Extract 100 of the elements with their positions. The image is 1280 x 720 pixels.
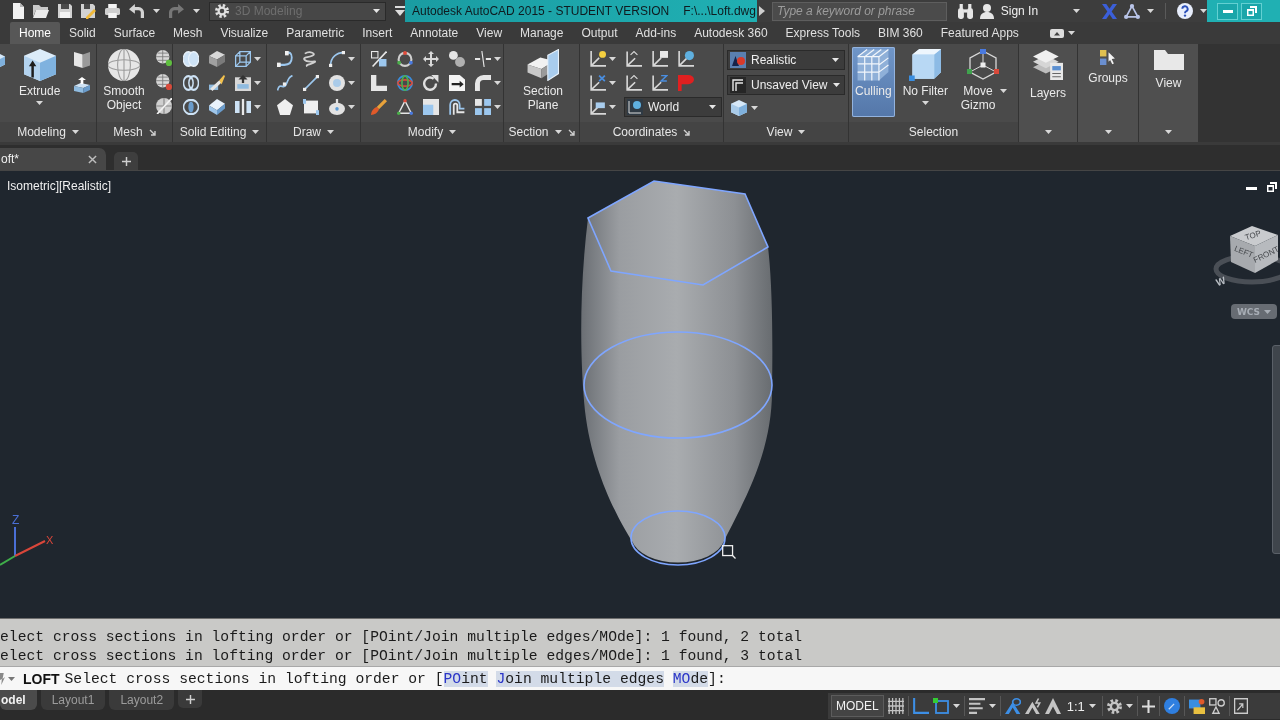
annotation-figure-icon[interactable] xyxy=(1024,698,1041,714)
ribbon-tab[interactable]: Insert xyxy=(353,22,402,44)
gear-icon[interactable] xyxy=(1106,698,1122,714)
caret-icon[interactable] xyxy=(609,81,616,85)
help-icon[interactable] xyxy=(1177,3,1193,19)
caret-icon[interactable] xyxy=(254,57,261,61)
caret-icon[interactable] xyxy=(348,81,355,85)
launcher-arrow-icon[interactable] xyxy=(567,128,575,136)
ribbon-tab[interactable]: View xyxy=(467,22,512,44)
new-layout-button[interactable] xyxy=(178,690,203,708)
caret-icon[interactable] xyxy=(751,106,758,110)
caret-icon[interactable] xyxy=(36,101,44,105)
caret-icon[interactable] xyxy=(348,57,355,61)
axis-icon[interactable] xyxy=(652,75,668,91)
printer-icon[interactable] xyxy=(105,4,120,18)
ribbon-tab[interactable]: Parametric xyxy=(277,22,354,44)
command-option[interactable]: MOde xyxy=(672,670,709,687)
ribbon-tab[interactable]: Express Tools xyxy=(776,22,870,44)
circles-icon[interactable] xyxy=(449,51,465,67)
menu-caret-icon[interactable] xyxy=(395,6,405,16)
ribbon-tab[interactable]: Manage xyxy=(511,22,573,44)
axis-icon[interactable] xyxy=(678,51,694,67)
caret-icon[interactable] xyxy=(609,105,616,109)
ribbon-tab[interactable]: Add-ins xyxy=(626,22,686,44)
broken-line-icon[interactable] xyxy=(475,51,491,67)
triangle-points-icon[interactable] xyxy=(397,99,413,115)
layout-tab[interactable]: Layout1 xyxy=(40,690,106,710)
rectangle-icon[interactable] xyxy=(303,99,319,115)
dial-icon[interactable] xyxy=(1163,698,1180,714)
command-option[interactable]: Join multiple edges xyxy=(496,670,664,687)
caret-icon[interactable] xyxy=(1067,31,1075,35)
caret-icon[interactable] xyxy=(449,130,457,134)
colored-stack-icon[interactable] xyxy=(1188,698,1205,714)
ribbon-tab[interactable]: Featured Apps xyxy=(931,22,1028,44)
floppy-pencil-icon[interactable] xyxy=(81,3,96,19)
shapes-icon[interactable] xyxy=(1208,698,1225,714)
caret-icon[interactable] xyxy=(1104,130,1112,134)
search-field[interactable]: Type a keyword or phrase xyxy=(772,1,947,21)
slash-square-icon[interactable] xyxy=(371,51,387,67)
circle-icon[interactable] xyxy=(329,75,345,91)
binoculars-icon[interactable] xyxy=(957,3,973,19)
screen-arrow-icon[interactable] xyxy=(1233,698,1248,714)
move-gizmo-button[interactable]: Move Gizmo xyxy=(956,47,1011,117)
lens-icon[interactable] xyxy=(183,99,199,115)
annotation-figure-icon[interactable] xyxy=(1044,698,1061,714)
visual-style-dropdown[interactable]: Realistic xyxy=(727,50,845,70)
gizmo-ring-icon[interactable] xyxy=(397,51,413,67)
command-option[interactable]: POint xyxy=(443,670,488,687)
restore-icon[interactable] xyxy=(1267,182,1277,192)
caret-icon[interactable] xyxy=(71,130,79,134)
ucs-dropdown[interactable]: World xyxy=(624,97,722,117)
caret-icon[interactable] xyxy=(1165,130,1172,134)
right-angle-icon[interactable] xyxy=(912,698,929,714)
caret-icon[interactable] xyxy=(832,58,839,62)
close-icon[interactable] xyxy=(88,154,97,164)
launcher-arrow-icon[interactable] xyxy=(148,128,156,136)
caret-icon[interactable] xyxy=(254,81,261,85)
layout-tab[interactable]: Layout2 xyxy=(109,690,175,710)
offset-curve-icon[interactable] xyxy=(449,99,465,115)
view-dropdown[interactable]: Unsaved View xyxy=(727,75,845,95)
shaded-box-icon[interactable] xyxy=(209,51,225,67)
axis-icon[interactable] xyxy=(626,75,642,91)
viewport-label[interactable]: Isometric][Realistic] xyxy=(7,179,112,193)
folder-icon[interactable] xyxy=(33,4,49,18)
smooth-object-button[interactable]: Smooth Object xyxy=(97,47,151,117)
caret-icon[interactable] xyxy=(1088,704,1096,708)
mesh-sphere-icon[interactable] xyxy=(156,74,172,90)
slab-icon[interactable] xyxy=(209,99,225,115)
polyline-icon[interactable] xyxy=(277,51,293,67)
view-panel[interactable]: View xyxy=(1139,44,1198,142)
expand-arrow-icon[interactable] xyxy=(759,6,765,16)
grid-squares-icon[interactable] xyxy=(475,99,491,115)
ribbon-toggle-icon[interactable] xyxy=(1049,28,1064,38)
sign-in-link[interactable]: Sign In xyxy=(1000,4,1039,18)
ribbon-tab[interactable]: Solid xyxy=(60,22,105,44)
new-tab-button[interactable] xyxy=(114,152,138,170)
move-icon[interactable] xyxy=(423,51,439,67)
spline-icon[interactable] xyxy=(277,75,293,91)
knife-icon[interactable] xyxy=(209,75,225,91)
cube-icon[interactable] xyxy=(731,100,747,116)
spring-icon[interactable] xyxy=(303,51,319,67)
page-arrow-icon[interactable] xyxy=(449,75,465,91)
caret-icon[interactable] xyxy=(494,57,501,61)
axis-icon[interactable] xyxy=(626,51,642,67)
caret-icon[interactable] xyxy=(952,704,960,708)
caret-icon[interactable] xyxy=(252,130,260,134)
minimize-button[interactable] xyxy=(1217,2,1238,20)
caret-icon[interactable] xyxy=(609,57,616,61)
caret-icon[interactable] xyxy=(1044,130,1052,134)
layout-tab[interactable]: odel xyxy=(0,690,37,710)
caret-icon[interactable] xyxy=(1147,9,1154,13)
triangle-nodes-icon[interactable] xyxy=(1124,3,1140,19)
l-shape-icon[interactable] xyxy=(371,75,387,91)
axis-icon[interactable] xyxy=(652,51,668,67)
no-filter-button[interactable]: No Filter xyxy=(899,47,952,117)
overlapping-circles-icon[interactable] xyxy=(183,75,199,91)
caret-icon[interactable] xyxy=(153,9,160,13)
caret-icon[interactable] xyxy=(254,105,261,109)
command-icon[interactable] xyxy=(0,672,5,685)
compass-label[interactable]: W xyxy=(1214,274,1228,288)
